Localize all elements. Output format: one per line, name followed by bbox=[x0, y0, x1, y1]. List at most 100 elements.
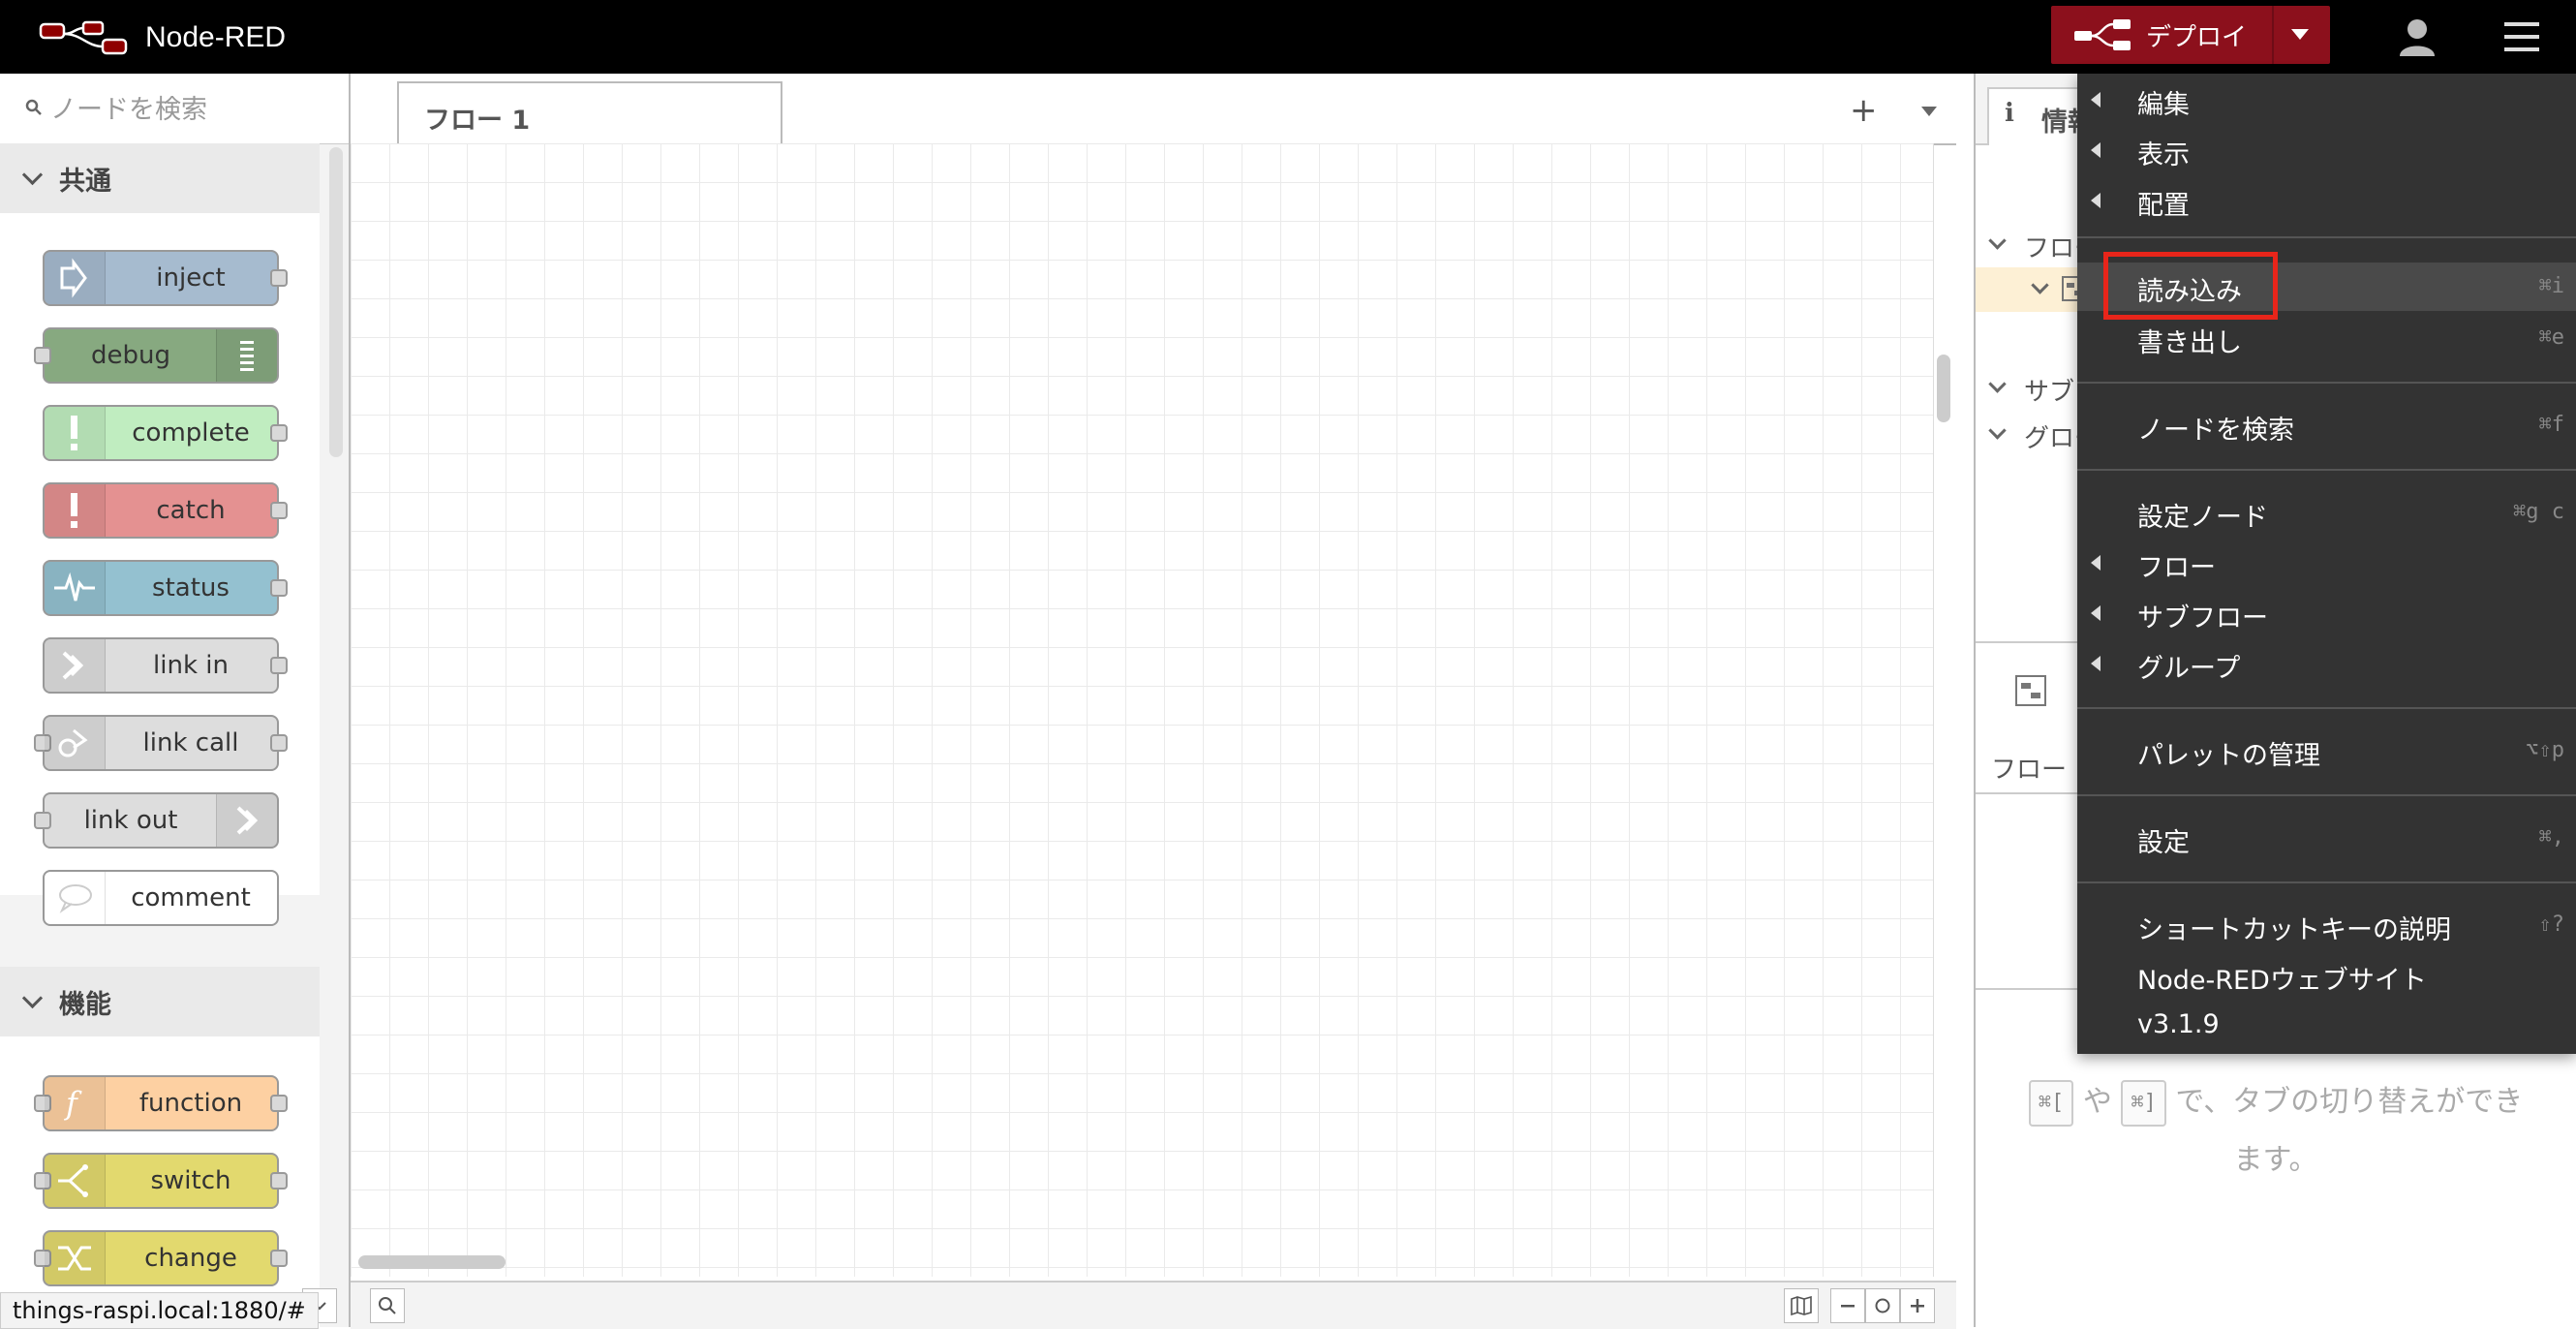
zoom-in-button[interactable] bbox=[1900, 1288, 1935, 1323]
menu-item-label: 書き出し bbox=[2137, 328, 2242, 358]
canvas-horizontal-scrollbar[interactable] bbox=[358, 1255, 506, 1269]
output-port[interactable] bbox=[270, 579, 288, 597]
menu-item-groups[interactable]: グループ bbox=[2077, 639, 2576, 688]
output-port[interactable] bbox=[270, 269, 288, 287]
palette-category-function[interactable]: 機能 bbox=[0, 967, 320, 1036]
chevron-down-icon bbox=[1988, 232, 2007, 250]
menu-item-label: ノードを検索 bbox=[2137, 416, 2294, 446]
menu-item-label: 設定 bbox=[2137, 828, 2190, 858]
shortcut-key: ⌘[ bbox=[2028, 1079, 2074, 1127]
menu-divider bbox=[2077, 794, 2576, 796]
link-out-icon bbox=[216, 794, 277, 847]
menu-item-shortcut: ⌘i bbox=[2538, 274, 2565, 298]
palette-node-comment[interactable]: comment bbox=[43, 870, 279, 926]
palette-search-input[interactable] bbox=[48, 87, 333, 132]
palette-node-inject[interactable]: inject bbox=[43, 250, 288, 306]
palette-node-debug[interactable]: debug bbox=[34, 327, 279, 384]
switch-icon bbox=[45, 1155, 106, 1207]
flow-canvas[interactable] bbox=[351, 143, 1934, 1277]
output-port[interactable] bbox=[270, 657, 288, 674]
deploy-divider bbox=[2272, 6, 2274, 64]
output-port[interactable] bbox=[270, 734, 288, 752]
tab-flow-1[interactable]: フロー 1 bbox=[397, 81, 782, 145]
comment-bubble-icon bbox=[45, 872, 106, 924]
footer-search-button[interactable] bbox=[370, 1288, 405, 1323]
link-call-icon bbox=[45, 717, 106, 769]
output-port[interactable] bbox=[270, 424, 288, 442]
palette-node-change[interactable]: change bbox=[34, 1230, 288, 1286]
menu-item-label: 表示 bbox=[2137, 140, 2190, 170]
menu-item-website[interactable]: Node-REDウェブサイト bbox=[2077, 951, 2576, 1000]
menu-divider bbox=[2077, 469, 2576, 471]
app-logo[interactable]: Node-RED bbox=[39, 17, 286, 58]
output-port[interactable] bbox=[270, 1172, 288, 1190]
menu-item-keyboard-shortcuts[interactable]: ショートカットキーの説明 ⇧? bbox=[2077, 901, 2576, 949]
menu-divider bbox=[2077, 382, 2576, 384]
menu-item-search-nodes[interactable]: ノードを検索 ⌘f bbox=[2077, 401, 2576, 449]
workspace-footer bbox=[351, 1281, 1956, 1329]
palette-node-status[interactable]: status bbox=[43, 560, 288, 616]
user-icon[interactable] bbox=[2396, 15, 2438, 58]
output-port[interactable] bbox=[270, 1250, 288, 1267]
menu-item-shortcut: ⌘g c bbox=[2513, 500, 2564, 524]
menu-item-view[interactable]: 表示 bbox=[2077, 126, 2576, 174]
palette-node-function[interactable]: f function bbox=[34, 1075, 288, 1131]
search-icon bbox=[25, 99, 42, 115]
palette-category-function-nodes: f function switch change bbox=[0, 1036, 320, 1327]
menu-item-label: パレットの管理 bbox=[2137, 741, 2320, 771]
menu-item-arrange[interactable]: 配置 bbox=[2077, 176, 2576, 225]
deploy-button[interactable]: デプロイ bbox=[2051, 6, 2330, 64]
hamburger-menu-icon[interactable] bbox=[2502, 17, 2541, 56]
submenu-arrow-icon bbox=[2091, 92, 2101, 108]
palette-node-link-out[interactable]: link out bbox=[34, 792, 279, 849]
menu-item-shortcut: ⌘e bbox=[2538, 325, 2565, 350]
palette-node-complete[interactable]: complete bbox=[43, 405, 288, 461]
plus-icon bbox=[1911, 1299, 1924, 1313]
menu-item-subflows[interactable]: サブフロー bbox=[2077, 589, 2576, 637]
menu-item-settings[interactable]: 設定 ⌘, bbox=[2077, 814, 2576, 862]
search-icon bbox=[379, 1297, 396, 1314]
change-icon bbox=[45, 1232, 106, 1284]
flow-list-caret-icon[interactable] bbox=[1921, 107, 1937, 116]
menu-item-export[interactable]: 書き出し ⌘e bbox=[2077, 314, 2576, 362]
add-flow-button[interactable]: + bbox=[1850, 91, 1878, 130]
tab-label: フロー 1 bbox=[424, 106, 531, 136]
info-icon: i bbox=[2005, 99, 2014, 128]
output-port[interactable] bbox=[270, 1095, 288, 1112]
palette-node-catch[interactable]: catch bbox=[43, 482, 288, 539]
canvas-vertical-scrollbar[interactable] bbox=[1937, 355, 1950, 422]
palette-category-common[interactable]: 共通 bbox=[0, 143, 320, 213]
menu-item-version: v3.1.9 bbox=[2077, 1002, 2576, 1050]
circle-icon bbox=[1875, 1298, 1890, 1314]
chevron-down-icon bbox=[1988, 375, 2007, 393]
zoom-reset-button[interactable] bbox=[1865, 1288, 1900, 1323]
menu-item-label: フロー bbox=[2137, 553, 2216, 583]
svg-text:f: f bbox=[64, 1085, 82, 1122]
sidebar-help-tip: ⌘[ や ⌘] で、タブの切り替えができます。 bbox=[2014, 1073, 2537, 1190]
node-label: link in bbox=[153, 651, 229, 680]
menu-item-label: 設定ノード bbox=[2137, 503, 2268, 533]
submenu-arrow-icon bbox=[2091, 656, 2101, 671]
deploy-dropdown-caret-icon[interactable] bbox=[2291, 29, 2309, 40]
tree-label: サブ bbox=[2024, 378, 2075, 407]
palette-search bbox=[0, 74, 349, 144]
menu-item-config-nodes[interactable]: 設定ノード ⌘g c bbox=[2077, 488, 2576, 537]
palette-node-switch[interactable]: switch bbox=[34, 1153, 288, 1209]
node-label: switch bbox=[150, 1166, 231, 1195]
palette-scrollbar[interactable] bbox=[329, 147, 343, 457]
main-menu-dropdown: 編集 表示 配置 読み込み ⌘i 書き出し ⌘e ノードを検索 ⌘f 設定ノード… bbox=[2077, 74, 2576, 1054]
menu-item-edit[interactable]: 編集 bbox=[2077, 76, 2576, 124]
menu-item-shortcut: ⌘f bbox=[2538, 413, 2565, 437]
node-label: link call bbox=[142, 728, 239, 757]
menu-item-manage-palette[interactable]: パレットの管理 ⌥⇧p bbox=[2077, 726, 2576, 775]
output-port[interactable] bbox=[270, 502, 288, 519]
palette-node-link-call[interactable]: link call bbox=[34, 715, 288, 771]
menu-item-flows[interactable]: フロー bbox=[2077, 539, 2576, 587]
function-icon: f bbox=[45, 1077, 106, 1129]
node-label: complete bbox=[132, 418, 250, 448]
zoom-out-button[interactable] bbox=[1830, 1288, 1865, 1323]
palette-node-link-in[interactable]: link in bbox=[43, 637, 288, 694]
menu-item-shortcut: ⇧? bbox=[2538, 912, 2565, 937]
menu-item-label: 配置 bbox=[2137, 191, 2190, 221]
navigator-button[interactable] bbox=[1784, 1288, 1819, 1323]
